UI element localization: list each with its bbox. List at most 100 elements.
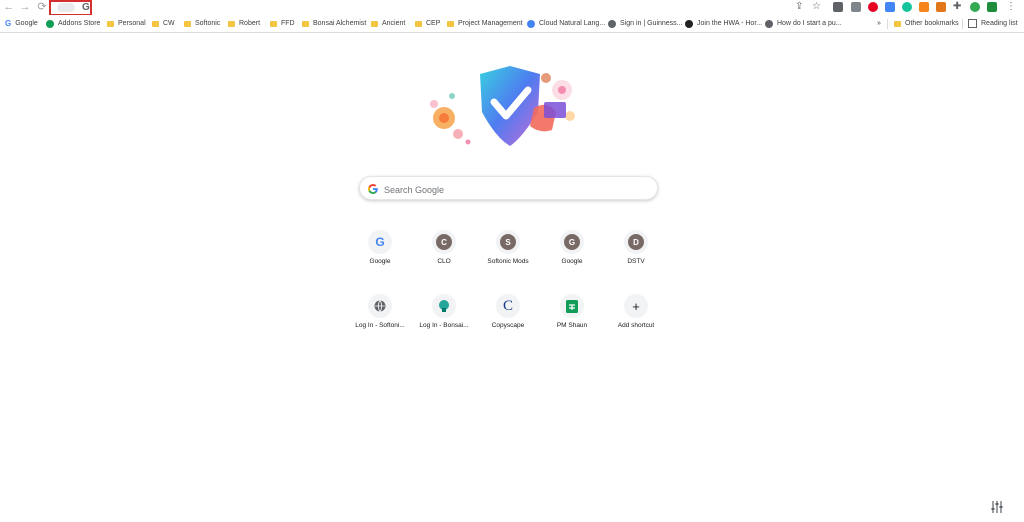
google-sheets-icon xyxy=(566,299,578,313)
shortcut-icon-circle: C xyxy=(432,230,456,254)
bookmarks-overflow[interactable]: » xyxy=(877,17,881,30)
google-icon: G xyxy=(375,235,385,249)
customize-sliders-icon[interactable] xyxy=(990,500,1004,514)
bookmark-folder-ffd[interactable]: FFD xyxy=(270,17,295,30)
globe-icon xyxy=(765,19,773,28)
bookmark-folder-ancient[interactable]: Ancient xyxy=(371,17,405,30)
globe-icon xyxy=(608,19,616,28)
shortcut-label: DSTV xyxy=(627,258,645,265)
shortcut-icon-circle xyxy=(368,294,392,318)
ext-icon[interactable] xyxy=(851,2,861,12)
globe-icon xyxy=(374,300,386,312)
highlight-box xyxy=(49,0,92,16)
bookmark-folder-cep[interactable]: CEP xyxy=(415,17,440,30)
shortcut-icon-circle: S xyxy=(496,230,520,254)
bookmark-google[interactable]: G Google xyxy=(5,17,38,30)
shortcut-icon-circle xyxy=(432,294,456,318)
adblock-shield-icon[interactable] xyxy=(833,2,843,12)
shortcut-clo[interactable]: C CLO xyxy=(416,230,472,282)
puzzle-icon[interactable]: ✚ xyxy=(953,1,961,13)
letter-avatar-icon: C xyxy=(436,234,452,250)
fox-icon[interactable] xyxy=(936,2,946,12)
bookmark-folder-softonic[interactable]: Softonic xyxy=(184,17,220,30)
letter-avatar-icon: G xyxy=(564,234,580,250)
folder-icon xyxy=(228,20,235,27)
folder-icon xyxy=(107,20,114,27)
search-box[interactable] xyxy=(359,176,658,200)
back-icon[interactable]: ← xyxy=(3,1,15,13)
security-doodle-illustration xyxy=(430,66,575,146)
bookmark-folder-robert[interactable]: Robert xyxy=(228,17,260,30)
reload-icon[interactable]: ⟳ xyxy=(36,1,48,13)
bookmark-folder-bonsai-alchemist[interactable]: Bonsai Alchemist xyxy=(302,17,366,30)
shortcut-label: Softonic Mods xyxy=(487,258,529,265)
shortcut-label: Add shortcut xyxy=(617,322,655,329)
shortcut-login-softonic[interactable]: Log In - Softoni... xyxy=(352,294,408,346)
shortcut-label: Copyscape xyxy=(491,322,525,329)
bookmark-other[interactable]: Other bookmarks xyxy=(894,17,959,30)
shortcut-icon-circle: + xyxy=(624,294,648,318)
letter-avatar-icon: S xyxy=(500,234,516,250)
shortcut-label: PM Shaun xyxy=(556,322,588,329)
reading-list[interactable]: Reading list xyxy=(968,17,1018,30)
profile-icon[interactable] xyxy=(970,2,980,12)
search-input[interactable] xyxy=(382,181,646,198)
pinterest-icon[interactable] xyxy=(868,2,878,12)
folder-icon xyxy=(415,20,422,27)
browser-toolbar: ← → ⟳ G ⇪ ☆ ✚ ⋮ xyxy=(0,0,1024,16)
star-icon[interactable]: ☆ xyxy=(812,1,821,13)
bookmark-cloud-natural-language[interactable]: Cloud Natural Lang... xyxy=(527,17,605,30)
separator xyxy=(962,19,963,29)
shortcut-icon-circle: C xyxy=(496,294,520,318)
google-g-icon xyxy=(367,184,378,195)
shortcut-copyscape[interactable]: C Copyscape xyxy=(480,294,536,346)
folder-icon xyxy=(302,20,309,27)
reading-list-icon xyxy=(968,19,977,28)
add-shortcut-button[interactable]: + Add shortcut xyxy=(608,294,664,346)
shortcut-google-2[interactable]: G Google xyxy=(544,230,600,282)
plus-icon: + xyxy=(632,298,640,314)
menu-icon[interactable]: ⋮ xyxy=(1006,1,1016,13)
folder-icon xyxy=(270,20,277,27)
addons-icon xyxy=(46,19,54,28)
folder-icon xyxy=(184,20,191,27)
bookmark-folder-cw[interactable]: CW xyxy=(152,17,175,30)
shortcut-google[interactable]: G Google xyxy=(352,230,408,282)
bonsai-icon xyxy=(439,300,449,312)
separator xyxy=(887,19,888,29)
grammarly-icon[interactable] xyxy=(902,2,912,12)
shortcut-icon-circle: G xyxy=(368,230,392,254)
shortcut-label: Log In - Softoni... xyxy=(355,322,405,329)
copyscape-icon: C xyxy=(502,297,513,314)
shortcut-label: Google xyxy=(369,258,391,265)
cloud-icon xyxy=(527,19,535,28)
letter-avatar-icon: D xyxy=(628,234,644,250)
share-icon[interactable]: ⇪ xyxy=(795,1,803,13)
bookmarks-bar: G Google Addons Store Personal CW Softoni… xyxy=(0,15,1024,33)
folder-icon xyxy=(371,20,378,27)
shortcut-softonic-mods[interactable]: S Softonic Mods xyxy=(480,230,536,282)
bookmark-folder-personal[interactable]: Personal xyxy=(107,17,146,30)
metamask-icon[interactable] xyxy=(919,2,929,12)
shortcut-icon-circle: D xyxy=(624,230,648,254)
shortcut-label: Log In - Bonsai... xyxy=(419,322,469,329)
shortcut-dstv[interactable]: D DSTV xyxy=(608,230,664,282)
shortcut-label: Google xyxy=(561,258,583,265)
google-icon: G xyxy=(5,19,12,28)
check-shield-icon[interactable] xyxy=(987,2,997,12)
bookmark-addons-store[interactable]: Addons Store xyxy=(46,17,100,30)
translate-icon[interactable] xyxy=(885,2,895,12)
folder-icon xyxy=(152,20,159,27)
shortcut-label: CLO xyxy=(437,258,451,265)
forward-icon[interactable]: → xyxy=(19,1,31,13)
folder-icon xyxy=(447,20,454,27)
shortcut-pm-shaun[interactable]: PM Shaun xyxy=(544,294,600,346)
bookmark-how-do-i-start[interactable]: How do I start a pu... xyxy=(765,17,842,30)
shortcut-login-bonsai[interactable]: Log In - Bonsai... xyxy=(416,294,472,346)
hwa-icon xyxy=(685,19,693,28)
bookmark-guinness[interactable]: Sign in | Guinness... xyxy=(608,17,683,30)
bookmark-hwa[interactable]: Join the HWA - Hor... xyxy=(685,17,762,30)
bookmark-folder-project-management[interactable]: Project Management xyxy=(447,17,523,30)
shortcut-icon-circle: G xyxy=(560,230,584,254)
shortcut-icon-circle xyxy=(560,294,584,318)
